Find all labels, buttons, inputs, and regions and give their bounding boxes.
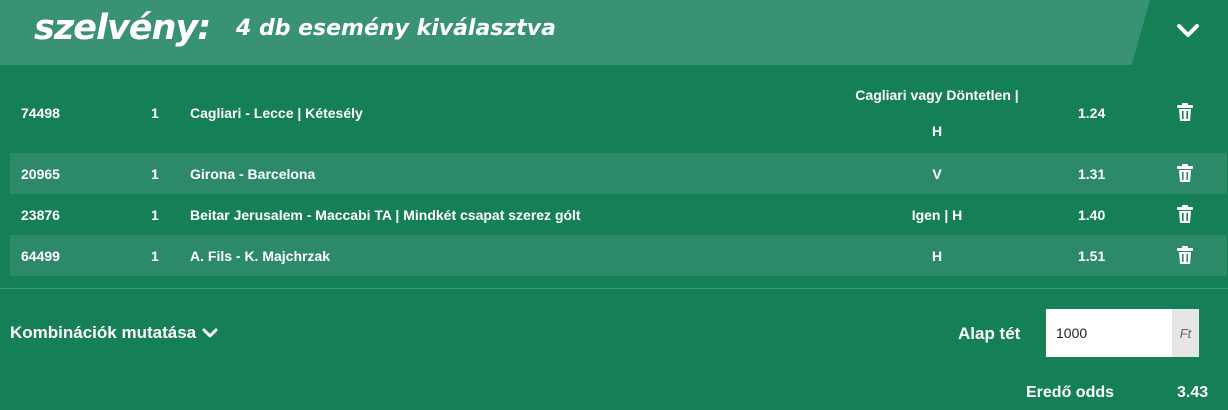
delete-button[interactable] (1175, 205, 1195, 225)
divider (0, 288, 1228, 289)
bet-tip: V (932, 165, 942, 182)
bet-odds: 1.31 (1078, 165, 1106, 182)
show-combinations-toggle[interactable]: Kombinációk mutatása (10, 323, 218, 343)
bet-tip-line1: Cagliari vagy Döntetlen | (855, 86, 1019, 103)
bet-count: 1 (151, 247, 159, 264)
delete-button[interactable] (1175, 164, 1195, 184)
trash-icon (1177, 205, 1193, 223)
bet-odds: 1.51 (1078, 247, 1106, 264)
collapse-button[interactable] (1162, 8, 1214, 54)
bet-id: 20965 (21, 165, 60, 182)
bet-id: 23876 (21, 206, 60, 223)
bet-tip: Cagliari vagy Döntetlen | H (830, 77, 1044, 149)
bet-row: 64499 1 A. Fils - K. Majchrzak H 1.51 (10, 235, 1227, 276)
trash-icon (1177, 246, 1193, 264)
bet-count: 1 (151, 165, 159, 182)
ticket-header: szelvény: 4 db esemény kiválasztva (0, 0, 1228, 65)
bet-count: 1 (151, 206, 159, 223)
total-odds-value: 3.43 (1177, 384, 1209, 401)
bet-event: Beitar Jerusalem - Maccabi TA | Mindkét … (190, 206, 581, 223)
bet-id: 74498 (21, 104, 60, 121)
total-odds-label: Eredő odds (1026, 384, 1115, 401)
trash-icon (1177, 103, 1193, 121)
chevron-down-icon (202, 328, 218, 337)
base-stake-input[interactable] (1046, 309, 1172, 357)
bet-row: 74498 1 Cagliari - Lecce | Kétesély Cagl… (10, 72, 1227, 153)
bet-tip-line2: H (931, 122, 943, 139)
brand-title: szelvény: (34, 8, 211, 48)
bet-event: A. Fils - K. Majchrzak (190, 247, 331, 264)
bet-odds: 1.40 (1078, 206, 1106, 223)
base-stake-field: Ft (1046, 309, 1199, 357)
bet-tip: H (931, 247, 943, 264)
delete-button[interactable] (1175, 103, 1195, 123)
delete-button[interactable] (1175, 246, 1195, 266)
bet-row: 20965 1 Girona - Barcelona V 1.31 (10, 153, 1227, 194)
chevron-down-icon (1177, 24, 1199, 37)
base-stake-label: Alap tét (958, 324, 1021, 343)
bet-tip: Igen | H (911, 206, 963, 223)
bet-count: 1 (151, 104, 159, 121)
bet-row: 23876 1 Beitar Jerusalem - Maccabi TA | … (10, 194, 1227, 235)
currency-unit: Ft (1172, 309, 1199, 357)
bet-event: Cagliari - Lecce | Kétesély (190, 104, 363, 121)
show-combinations-label: Kombinációk mutatása (10, 323, 197, 342)
trash-icon (1177, 164, 1193, 182)
bet-list: 74498 1 Cagliari - Lecce | Kétesély Cagl… (10, 72, 1227, 276)
bet-event: Girona - Barcelona (190, 165, 316, 182)
bet-id: 64499 (21, 247, 60, 264)
selection-count: 4 db esemény kiválasztva (236, 16, 556, 41)
bet-odds: 1.24 (1078, 104, 1106, 121)
